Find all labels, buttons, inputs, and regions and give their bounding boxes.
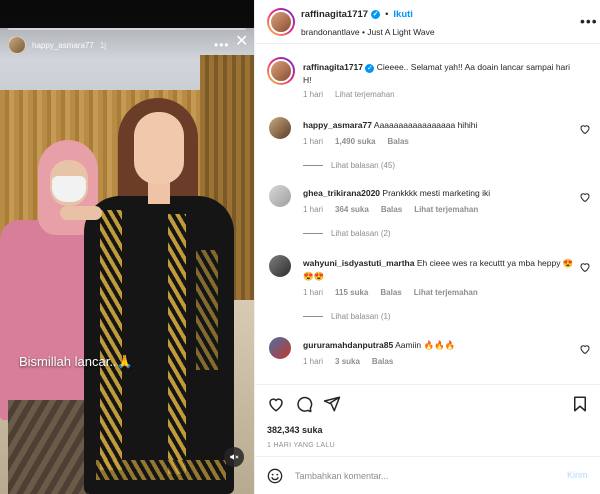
view-replies-button[interactable]: Lihat balasan (2)	[303, 229, 391, 238]
comment-likes[interactable]: 3 suka	[335, 357, 360, 366]
speaker-muted-icon	[230, 454, 239, 460]
view-replies-button[interactable]: Lihat balasan (1)	[303, 312, 391, 321]
mute-button[interactable]	[224, 447, 244, 467]
comment-text: gururamahdanputra85 Aamiin 🔥🔥🔥	[303, 339, 579, 352]
comment-likes[interactable]: 364 suka	[335, 205, 369, 214]
comment-avatar[interactable]	[269, 117, 291, 139]
like-comment-heart-icon[interactable]	[579, 191, 591, 203]
like-comment-heart-icon[interactable]	[579, 343, 591, 355]
photo-scene	[0, 0, 254, 494]
share-icon[interactable]	[323, 395, 341, 413]
post-side-panel: raffinagita1717 ✓ • Ikuti brandonantlave…	[254, 0, 600, 494]
media-time: 1j	[99, 40, 107, 50]
comment-likes[interactable]: 1,490 suka	[335, 137, 375, 146]
bookmark-icon[interactable]	[571, 395, 589, 413]
reply-button[interactable]: Balas	[388, 137, 409, 146]
view-replies-label: Lihat balasan (1)	[331, 312, 391, 321]
like-comment-heart-icon[interactable]	[579, 261, 591, 273]
post-actions: 382,343 suka 1 HARI YANG LALU Kirim	[255, 384, 600, 494]
dot-separator: •	[385, 9, 389, 20]
comment-time[interactable]: 1 hari	[303, 205, 323, 214]
translate-link[interactable]: Lihat terjemahan	[414, 288, 478, 297]
comment-text: wahyuni_isdyastuti_martha Eh cieee wes r…	[303, 257, 579, 282]
post-media[interactable]: happy_asmara77 1j ••• ✕ Bismillah lancar…	[0, 0, 254, 494]
more-horizontal-icon[interactable]: •••	[214, 38, 230, 52]
comment-row: happy_asmara77 Aaaaaaaaaaaaaaaaa hihihi …	[269, 117, 595, 177]
comment-input[interactable]	[295, 468, 555, 484]
header-username[interactable]: raffinagita1717	[301, 9, 368, 20]
comment-time[interactable]: 1 hari	[303, 288, 323, 297]
comment-time[interactable]: 1 hari	[303, 137, 323, 146]
comment-text: raffinagita1717 ✓ Cieeee.. Selamat yah!!…	[303, 61, 579, 86]
comment-content: Aamiin 🔥🔥🔥	[395, 340, 456, 350]
replies-line	[303, 316, 323, 317]
header-audio[interactable]: brandonantlave • Just A Light Wave	[301, 27, 435, 37]
comment-avatar[interactable]	[269, 337, 291, 359]
reply-button[interactable]: Balas	[372, 357, 393, 366]
more-options-icon[interactable]: •••	[580, 13, 598, 29]
comment-time[interactable]: 1 hari	[303, 357, 323, 366]
reply-button[interactable]: Balas	[381, 205, 402, 214]
comment-meta: 1 hari Lihat terjemahan	[303, 90, 395, 99]
post-comment-button[interactable]: Kirim	[567, 470, 588, 480]
follow-button[interactable]: Ikuti	[393, 9, 413, 20]
close-icon[interactable]: ✕	[235, 34, 248, 50]
media-username[interactable]: happy_asmara77	[32, 41, 94, 50]
view-replies-button[interactable]: Lihat balasan (45)	[303, 161, 395, 170]
comment-meta: 1 hari 364 suka Balas Lihat terjemahan	[303, 205, 478, 214]
comment-row: wahyuni_isdyastuti_martha Eh cieee wes r…	[269, 255, 595, 335]
comment-avatar[interactable]	[267, 57, 295, 85]
like-count[interactable]: 382,343 suka	[267, 425, 323, 435]
media-caption: Bismillah lancar..🙏	[19, 354, 133, 369]
comment-content: Prankkkk mesti marketing iki	[382, 188, 491, 198]
translate-link[interactable]: Lihat terjemahan	[335, 90, 395, 99]
comment-username[interactable]: wahyuni_isdyastuti_martha	[303, 258, 414, 268]
caption-row: raffinagita1717 ✓ Cieeee.. Selamat yah!!…	[267, 57, 595, 107]
instagram-post-dialog: happy_asmara77 1j ••• ✕ Bismillah lancar…	[0, 0, 600, 494]
comment-row: ghea_trikirana2020 Prankkkk mesti market…	[269, 185, 595, 245]
translate-link[interactable]: Lihat terjemahan	[414, 205, 478, 214]
comment-content: Aaaaaaaaaaaaaaaaa hihihi	[373, 120, 478, 130]
add-comment-bar: Kirim	[255, 456, 600, 494]
comment-username[interactable]: ghea_trikirana2020	[303, 188, 380, 198]
verified-icon: ✓	[371, 10, 381, 19]
emoji-icon[interactable]	[267, 468, 283, 484]
header-avatar[interactable]	[267, 8, 295, 36]
heart-icon[interactable]	[267, 395, 285, 413]
comment-row: gururamahdanputra85 Aamiin 🔥🔥🔥 1 hari 3 …	[269, 337, 595, 377]
comments-list: raffinagita1717 ✓ Cieeee.. Selamat yah!!…	[255, 45, 600, 385]
comment-likes[interactable]: 115 suka	[335, 288, 368, 297]
reply-button[interactable]: Balas	[380, 288, 401, 297]
post-header: raffinagita1717 ✓ • Ikuti brandonantlave…	[255, 0, 600, 44]
comment-meta: 1 hari 3 suka Balas	[303, 357, 393, 366]
comment-meta: 1 hari 115 suka Balas Lihat terjemahan	[303, 288, 478, 297]
comment-time[interactable]: 1 hari	[303, 90, 323, 99]
comment-meta: 1 hari 1,490 suka Balas	[303, 137, 409, 146]
comment-avatar[interactable]	[269, 185, 291, 207]
verified-icon: ✓	[365, 64, 375, 73]
replies-line	[303, 165, 323, 166]
comment-username[interactable]: happy_asmara77	[303, 120, 372, 130]
media-avatar[interactable]	[8, 36, 26, 54]
view-replies-label: Lihat balasan (45)	[331, 161, 396, 170]
like-comment-heart-icon[interactable]	[579, 123, 591, 135]
comment-username[interactable]: raffinagita1717	[303, 62, 363, 72]
post-timestamp: 1 HARI YANG LALU	[267, 442, 335, 449]
media-user-info[interactable]: happy_asmara77 1j	[8, 36, 106, 54]
header-user-line: raffinagita1717 ✓ • Ikuti	[301, 9, 413, 20]
comment-username[interactable]: gururamahdanputra85	[303, 340, 393, 350]
comment-avatar[interactable]	[269, 255, 291, 277]
comment-icon[interactable]	[295, 395, 313, 413]
story-progress-bar	[8, 28, 246, 30]
comment-text: ghea_trikirana2020 Prankkkk mesti market…	[303, 187, 579, 200]
comment-text: happy_asmara77 Aaaaaaaaaaaaaaaaa hihihi	[303, 119, 579, 132]
replies-line	[303, 233, 323, 234]
view-replies-label: Lihat balasan (2)	[331, 229, 391, 238]
